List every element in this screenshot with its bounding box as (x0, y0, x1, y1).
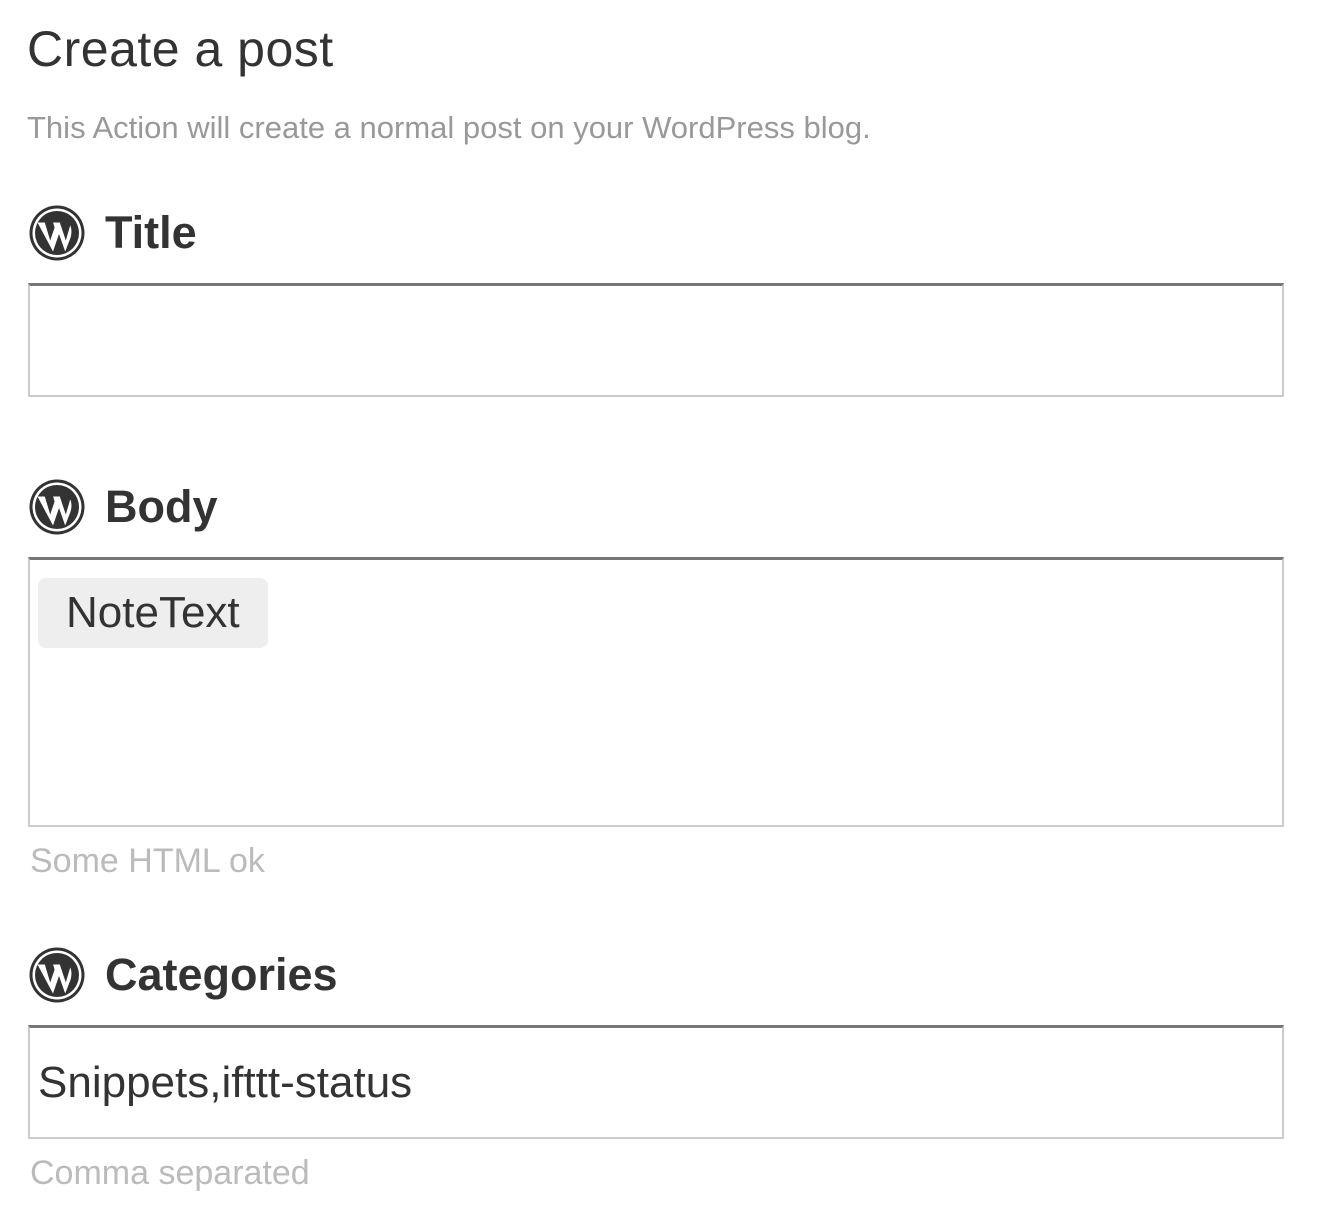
page-description: This Action will create a normal post on… (27, 110, 871, 145)
page-title: Create a post (27, 21, 334, 77)
categories-field-label: Categories (28, 945, 338, 1005)
categories-label-text: Categories (105, 949, 338, 1000)
categories-field-box (28, 1025, 1284, 1139)
body-field-label: Body (28, 477, 218, 537)
wordpress-logo-icon (28, 946, 86, 1004)
title-label-text: Title (105, 207, 197, 258)
body-textarea[interactable]: NoteText (28, 557, 1284, 827)
title-input[interactable] (30, 286, 1282, 395)
body-label-text: Body (105, 481, 218, 532)
categories-helper-text: Comma separated (30, 1154, 310, 1192)
body-helper-text: Some HTML ok (30, 842, 265, 880)
title-field-box (28, 283, 1284, 397)
title-field-label: Title (28, 203, 197, 263)
wordpress-logo-icon (28, 478, 86, 536)
categories-input[interactable] (30, 1028, 1282, 1137)
wordpress-logo-icon (28, 204, 86, 262)
ingredient-pill-notetext[interactable]: NoteText (38, 578, 268, 648)
